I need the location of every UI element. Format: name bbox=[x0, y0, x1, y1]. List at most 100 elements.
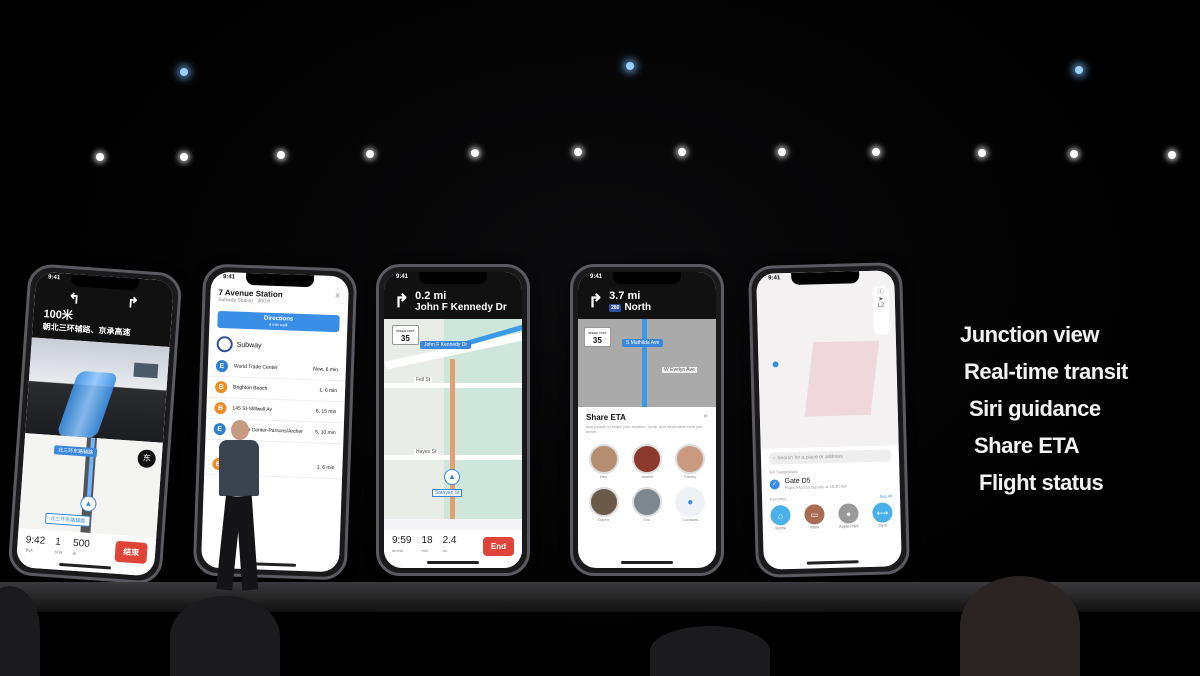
stage-light bbox=[180, 153, 188, 161]
home-indicator bbox=[806, 560, 859, 565]
directions-button[interactable]: Directions 4 min walk bbox=[217, 310, 340, 333]
audience-head bbox=[170, 596, 280, 676]
close-icon[interactable]: ✕ bbox=[334, 292, 340, 301]
user-location-dot bbox=[772, 361, 779, 368]
interstate-shield: 280 bbox=[609, 303, 622, 312]
feature-item: Real-time transit bbox=[964, 359, 1128, 384]
presenter bbox=[205, 420, 275, 600]
destination: 145 St-Stillwell Av bbox=[232, 405, 273, 413]
map-view[interactable]: SPEED LIMIT 35 John F Kennedy Dr Fell St … bbox=[384, 319, 522, 519]
phone-notch bbox=[791, 271, 860, 285]
eta-stat: 9:42 到达 bbox=[24, 534, 46, 553]
stage-light bbox=[574, 148, 582, 156]
speed-limit-sign: SPEED LIMIT 35 bbox=[392, 325, 419, 345]
contacts-button[interactable]: ● Contacts bbox=[673, 487, 708, 522]
person-icon: ● bbox=[675, 487, 706, 517]
line-badge: E bbox=[215, 359, 229, 373]
street-label: S Mathilda Ave bbox=[622, 339, 664, 347]
eta-stat: 9:59 arrival bbox=[392, 535, 412, 554]
sheet-subtitle: Add people to share your location, route… bbox=[586, 424, 703, 434]
contact-eric[interactable]: Eric bbox=[629, 487, 664, 522]
presenter-shirt bbox=[219, 440, 259, 496]
trip-info-bar: 9:42 到达 1 分钟 500 米 结束 bbox=[15, 527, 157, 577]
distance: 0.2 mi bbox=[415, 290, 447, 302]
stage-light bbox=[778, 148, 786, 156]
presenter-leg bbox=[235, 495, 259, 591]
end-button[interactable]: End bbox=[482, 537, 514, 556]
feature-item: Junction view bbox=[960, 322, 1099, 347]
feature-item: Share ETA bbox=[974, 433, 1080, 458]
presenter-head bbox=[231, 420, 249, 440]
junction-3d-view bbox=[25, 337, 170, 443]
dumbbell-icon: ⟷ bbox=[872, 502, 893, 523]
audience-head bbox=[960, 576, 1080, 676]
indoor-map[interactable]: ⓘ ➤ L2 bbox=[756, 270, 899, 449]
arrow-up-right-icon: ↱ bbox=[126, 293, 140, 311]
phone-notch bbox=[419, 272, 487, 284]
briefcase-icon: ▭ bbox=[804, 504, 825, 525]
status-time: 9:41 bbox=[222, 274, 236, 281]
keynote-stage: 9:41 ↰ ↱ 100米 朝北三环辅路、京承高速 北三环东路辅路 北三环东路辅… bbox=[0, 0, 1200, 676]
departure-time: Now, 6 min bbox=[313, 366, 338, 374]
contact-janelle[interactable]: Janelle bbox=[629, 444, 664, 479]
feature-item: Siri guidance bbox=[969, 396, 1101, 421]
home-indicator bbox=[621, 561, 673, 564]
avatar bbox=[631, 444, 662, 474]
audience-head bbox=[650, 626, 770, 676]
turn-right-arrow-icon: ↱ bbox=[588, 291, 604, 311]
stage-light bbox=[180, 68, 188, 76]
map-controls[interactable]: ⓘ ➤ L2 bbox=[872, 286, 890, 335]
subway-icon bbox=[216, 335, 233, 353]
gate-subtitle: Flight AA1018 departs at 10:30 AM bbox=[784, 483, 847, 491]
minutes-stat: 18 min bbox=[421, 535, 433, 554]
info-icon[interactable]: ⓘ bbox=[873, 286, 889, 296]
avatar bbox=[675, 444, 706, 474]
street-label: Fell St bbox=[414, 377, 433, 383]
favorites-label: Favorites bbox=[769, 496, 787, 502]
departure-time: 5, 10 min bbox=[314, 429, 336, 437]
stage-light bbox=[872, 148, 880, 156]
line-badge: B bbox=[214, 401, 227, 415]
destination: World Trade Center bbox=[233, 363, 278, 372]
location-arrow-icon: ▲ bbox=[444, 469, 460, 485]
phone-notch bbox=[613, 272, 681, 284]
minutes-stat: 1 分钟 bbox=[54, 536, 63, 556]
compass-button[interactable]: 东 bbox=[137, 449, 157, 469]
map-view[interactable]: SPEED LIMIT 35 S Mathilda Ave W Evelyn Av… bbox=[578, 319, 716, 407]
stage-light bbox=[1075, 66, 1083, 74]
compass-icon: ✓ bbox=[769, 479, 780, 490]
phone-junction-view: 9:41 ↰ ↱ 100米 朝北三环辅路、京承高速 北三环东路辅路 北三环东路辅… bbox=[7, 263, 183, 585]
favorite-work[interactable]: ▭ Work bbox=[804, 504, 825, 530]
departure-time: 1, 6 min bbox=[316, 464, 335, 472]
line-badge: B bbox=[214, 380, 228, 394]
favorite-gym[interactable]: ⟷ Gym bbox=[872, 502, 893, 528]
status-time: 9:41 bbox=[47, 274, 61, 282]
apple-icon: ● bbox=[838, 503, 859, 524]
contact-daren[interactable]: Daren bbox=[586, 487, 621, 522]
favorite-home[interactable]: ⌂ Home bbox=[770, 505, 791, 531]
stage-light bbox=[471, 149, 479, 157]
departure-time: 6, 15 min bbox=[315, 408, 337, 416]
contact-family[interactable]: Family bbox=[673, 444, 708, 479]
sheet-title: Share ETA bbox=[586, 413, 626, 422]
share-eta-sheet: Share ETA ✕ Add people to share your loc… bbox=[578, 407, 716, 528]
feature-list: Junction view Real-time transit Siri gui… bbox=[960, 322, 1128, 507]
departure-time: 1, 6 min bbox=[319, 387, 338, 395]
gate-suggestion[interactable]: ✓ Gate D5 Flight AA1018 departs at 10:30… bbox=[769, 475, 892, 491]
see-all-link[interactable]: See All bbox=[879, 493, 892, 498]
contact-ben[interactable]: Ben bbox=[586, 444, 621, 479]
status-time: 9:41 bbox=[396, 274, 409, 280]
section-label: Siri Suggestions bbox=[769, 468, 799, 475]
search-input[interactable]: ⌕ Search for a place or address bbox=[768, 449, 892, 465]
section-title: Subway bbox=[236, 341, 262, 349]
distance-stat: 2.4 mi bbox=[442, 535, 457, 554]
close-icon[interactable]: ✕ bbox=[703, 413, 708, 422]
favorite-apple-park[interactable]: ● Apple Park bbox=[838, 503, 859, 529]
stage-light bbox=[1168, 151, 1176, 159]
end-button[interactable]: 结束 bbox=[114, 540, 148, 564]
floor-selector[interactable]: L2 bbox=[873, 302, 889, 309]
phone-share-eta: 9:41 ↱ 3.7 mi 280 North SPEED LIMIT 35 S … bbox=[570, 264, 724, 576]
arrow-up-left-icon: ↰ bbox=[67, 289, 81, 307]
status-time: 9:41 bbox=[590, 274, 603, 280]
street-label: Hayes St bbox=[414, 449, 439, 455]
